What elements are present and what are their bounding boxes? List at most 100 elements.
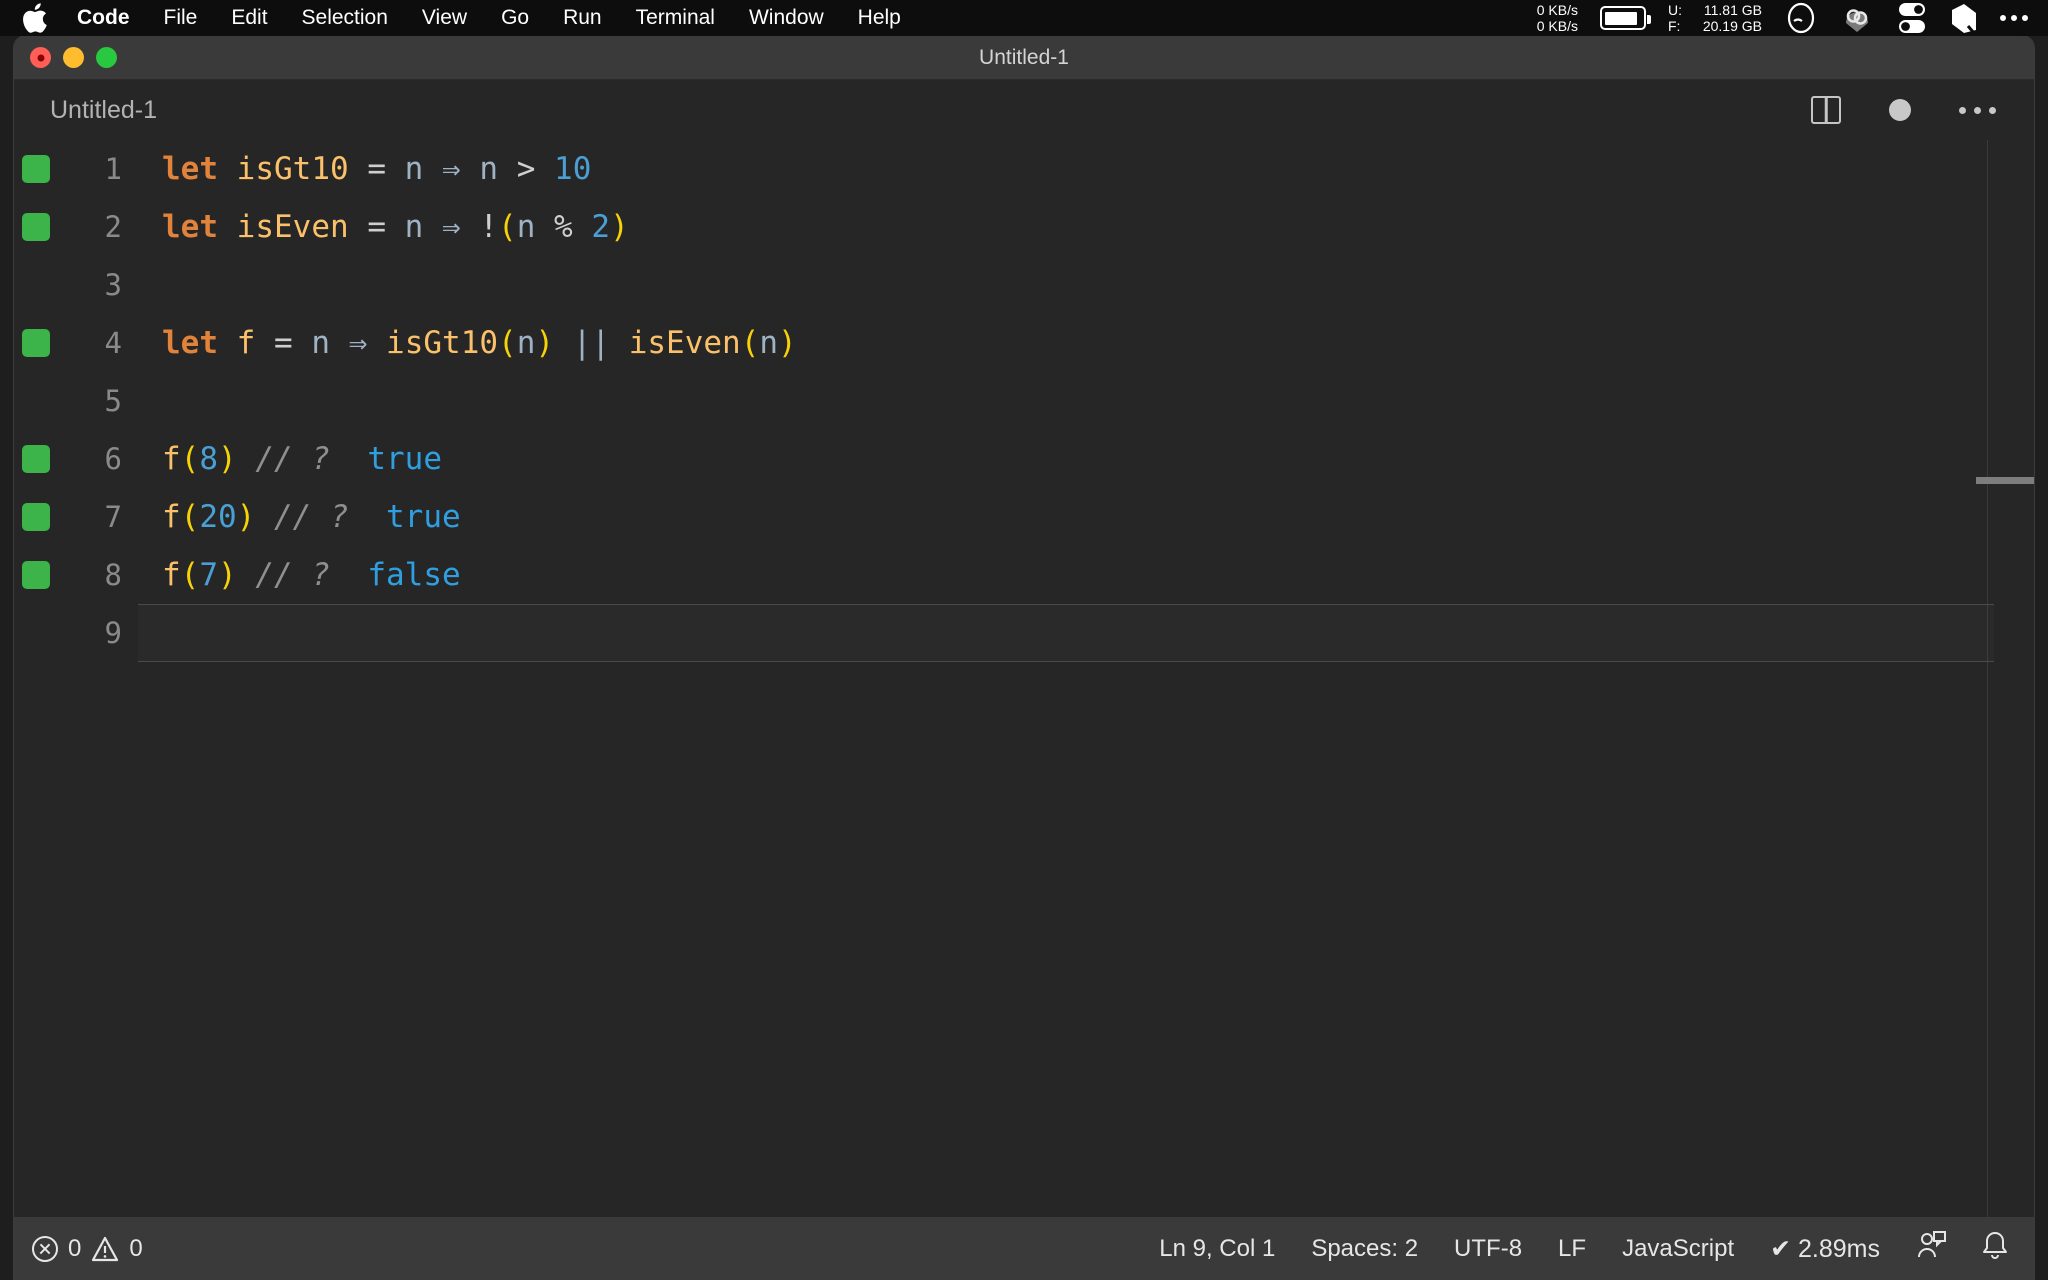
code-text-container[interactable]: f(20) // ? true	[138, 488, 1994, 546]
token-num: 20	[199, 499, 237, 535]
line-number: 9	[104, 616, 122, 650]
token-res: false	[367, 557, 461, 593]
token-fn: isEven	[236, 209, 349, 245]
quokka-green-square	[22, 213, 50, 241]
token-paren: )	[778, 325, 797, 361]
token-kw: let	[162, 209, 218, 245]
toggles-icon[interactable]	[1896, 1, 1928, 35]
window-titlebar: Untitled-1	[14, 36, 2034, 80]
battery-level-fill	[1605, 11, 1637, 25]
code-text-container[interactable]	[138, 372, 1994, 430]
token-cmt: // ?	[255, 557, 331, 593]
menu-run[interactable]: Run	[546, 0, 619, 36]
code-line[interactable]: 6 f(8) // ? true	[14, 430, 2034, 488]
line-number: 8	[104, 558, 122, 592]
eol-setting[interactable]: LF	[1558, 1235, 1586, 1263]
token-paren: )	[236, 499, 256, 535]
clock-icon[interactable]	[1784, 1, 1818, 35]
code-editor[interactable]: 1 let isGt10 = n ⇒ n > 10 2 let isEven = n …	[14, 140, 2034, 1217]
network-speed-indicator[interactable]: 0 KB/s 0 KB/s	[1537, 2, 1578, 34]
memory-usage-indicator[interactable]: U: 11.81 GB F: 20.19 GB	[1668, 2, 1762, 34]
menu-edit[interactable]: Edit	[214, 0, 284, 36]
quokka-marker-icon	[14, 213, 58, 241]
code-text-container[interactable]	[138, 256, 1994, 314]
status-bar-left: 0 0	[32, 1235, 143, 1263]
battery-icon[interactable]	[1600, 6, 1651, 30]
menu-code[interactable]: Code	[60, 0, 147, 36]
line-number: 6	[104, 442, 122, 476]
encoding-setting[interactable]: UTF-8	[1454, 1235, 1522, 1263]
code-line[interactable]: 3	[14, 256, 2034, 314]
warning-count: 0	[129, 1234, 143, 1262]
code-text-container[interactable]: let isEven = n ⇒ !(n % 2)	[138, 198, 1994, 256]
quokka-status[interactable]: ✔ 2.89ms	[1770, 1234, 1880, 1264]
cloud-link-icon[interactable]	[1840, 2, 1874, 34]
split-editor-icon[interactable]	[1811, 96, 1841, 124]
cursor-position[interactable]: Ln 9, Col 1	[1159, 1235, 1275, 1263]
indentation-setting[interactable]: Spaces: 2	[1311, 1235, 1418, 1263]
token-op	[554, 325, 573, 361]
problems-indicator[interactable]: 0 0	[32, 1235, 143, 1263]
token-op: ⇒	[442, 151, 461, 187]
menu-view[interactable]: View	[405, 0, 484, 36]
code-line[interactable]: 1 let isGt10 = n ⇒ n > 10	[14, 140, 2034, 198]
menu-selection[interactable]: Selection	[285, 0, 405, 36]
token-paren: (	[180, 499, 200, 535]
vscode-window: Untitled-1 Untitled-1 1 let isGt10 = n ⇒ …	[14, 36, 2034, 1280]
token-op	[349, 499, 386, 535]
code-line[interactable]: 9	[14, 604, 2034, 662]
apple-logo-icon[interactable]	[22, 3, 48, 33]
quokka-marker-icon	[14, 561, 58, 589]
line-number: 4	[104, 326, 122, 360]
shape-icon[interactable]	[1950, 2, 1978, 34]
code-text-container[interactable]: let f = n ⇒ isGt10(n) || isEven(n)	[138, 314, 1994, 372]
code-line[interactable]: 2 let isEven = n ⇒ !(n % 2)	[14, 198, 2034, 256]
token-op	[423, 151, 442, 187]
token-op	[535, 151, 554, 187]
bell-icon[interactable]	[1982, 1231, 2008, 1266]
breadcrumb[interactable]: Untitled-1	[50, 96, 157, 125]
code-line[interactable]: 8 f(7) // ? false	[14, 546, 2034, 604]
line-number: 2	[104, 210, 122, 244]
token-fn: isGt10	[236, 151, 349, 187]
code-text-container[interactable]	[138, 604, 1994, 662]
code-line[interactable]: 4 let f = n ⇒ isGt10(n) || isEven(n)	[14, 314, 2034, 372]
code-text: let isEven = n ⇒ !(n % 2)	[162, 209, 629, 245]
line-number: 3	[104, 268, 122, 302]
menu-file[interactable]: File	[147, 0, 215, 36]
code-text-container[interactable]: let isGt10 = n ⇒ n > 10	[138, 140, 1994, 198]
token-paren: (	[740, 325, 760, 361]
error-icon	[32, 1235, 58, 1262]
code-line[interactable]: 5	[14, 372, 2034, 430]
language-mode[interactable]: JavaScript	[1622, 1235, 1734, 1263]
token-op	[218, 325, 237, 361]
quokka-green-square	[22, 329, 50, 357]
menu-help[interactable]: Help	[841, 0, 918, 36]
menu-go[interactable]: Go	[484, 0, 546, 36]
token-opw: >	[516, 151, 536, 187]
macos-menubar: Code File Edit Selection View Go Run Ter…	[0, 0, 2048, 36]
code-text: let isGt10 = n ⇒ n > 10	[162, 151, 591, 187]
editor-actions	[1811, 96, 2010, 124]
token-num: 10	[554, 151, 592, 187]
more-dots-icon[interactable]	[2000, 15, 2028, 21]
token-op	[330, 441, 367, 477]
token-pipe: ||	[572, 325, 611, 361]
more-actions-icon[interactable]	[1959, 106, 1996, 114]
code-line[interactable]: 7 f(20) // ? true	[14, 488, 2034, 546]
window-title: Untitled-1	[979, 45, 1069, 69]
menu-window[interactable]: Window	[732, 0, 841, 36]
feedback-icon[interactable]	[1916, 1231, 1946, 1266]
network-download-speed: 0 KB/s	[1536, 18, 1578, 34]
token-paren: (	[498, 209, 517, 245]
token-num: 8	[199, 441, 219, 477]
menu-terminal[interactable]: Terminal	[619, 0, 732, 36]
unsaved-dot-icon[interactable]	[1889, 99, 1911, 121]
token-op: n	[404, 209, 424, 245]
token-op	[573, 209, 592, 245]
code-text-container[interactable]: f(8) // ? true	[138, 430, 1994, 488]
token-paren: (	[180, 557, 200, 593]
token-op	[498, 151, 517, 187]
code-text-container[interactable]: f(7) // ? false	[138, 546, 1994, 604]
token-fn: isGt10	[386, 325, 499, 361]
